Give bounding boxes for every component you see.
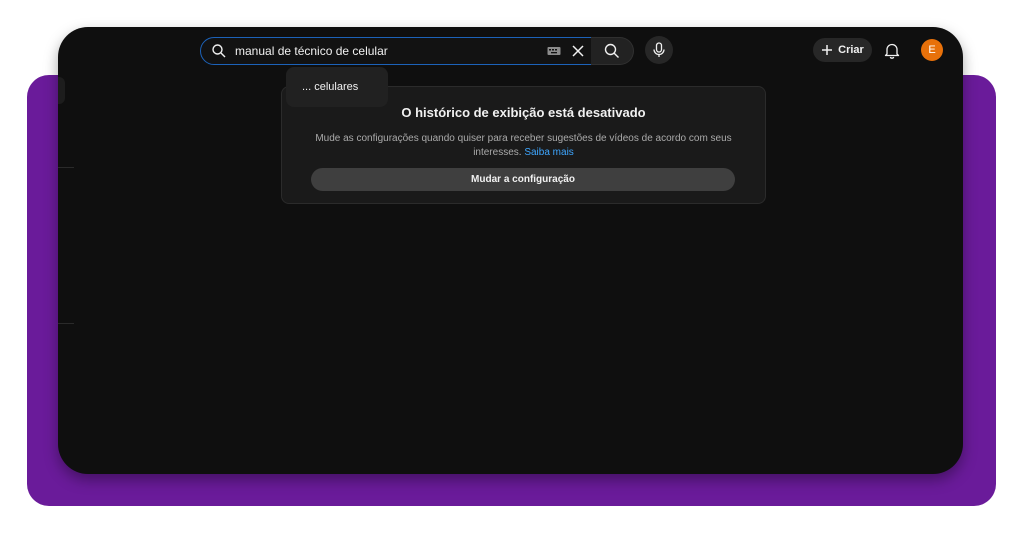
notice-description: Mude as configurações quando quiser para…	[312, 132, 735, 160]
create-button[interactable]: Criar	[813, 38, 872, 62]
change-settings-button[interactable]: Mudar a configuração	[311, 168, 735, 191]
sidebar-divider	[58, 323, 74, 324]
search-icon	[604, 43, 620, 59]
search-suggestion-popup: ... celulares	[286, 67, 388, 107]
plus-icon	[821, 44, 833, 56]
avatar-letter: E	[928, 44, 936, 56]
search-icon	[211, 43, 227, 59]
search-query-text[interactable]: manual de técnico de celular	[235, 44, 547, 58]
avatar[interactable]: E	[921, 39, 943, 61]
notifications-button[interactable]	[882, 40, 902, 60]
suggestion-item[interactable]: ... celulares	[302, 81, 358, 93]
learn-more-link[interactable]: Saiba mais	[524, 147, 573, 158]
app-screen: manual de técnico de celular Criar E O h…	[58, 27, 963, 474]
search-input[interactable]: manual de técnico de celular	[200, 37, 592, 65]
keyboard-icon[interactable]	[547, 46, 561, 56]
bell-icon	[884, 42, 900, 59]
close-icon[interactable]	[571, 44, 585, 58]
notice-title: O histórico de exibição está desativado	[401, 105, 646, 120]
sidebar-divider	[58, 167, 74, 168]
sidebar-edge-tab	[58, 77, 65, 104]
mic-icon	[652, 42, 666, 58]
search-button[interactable]	[591, 37, 634, 65]
create-button-label: Criar	[838, 44, 864, 56]
voice-search-button[interactable]	[645, 36, 673, 64]
